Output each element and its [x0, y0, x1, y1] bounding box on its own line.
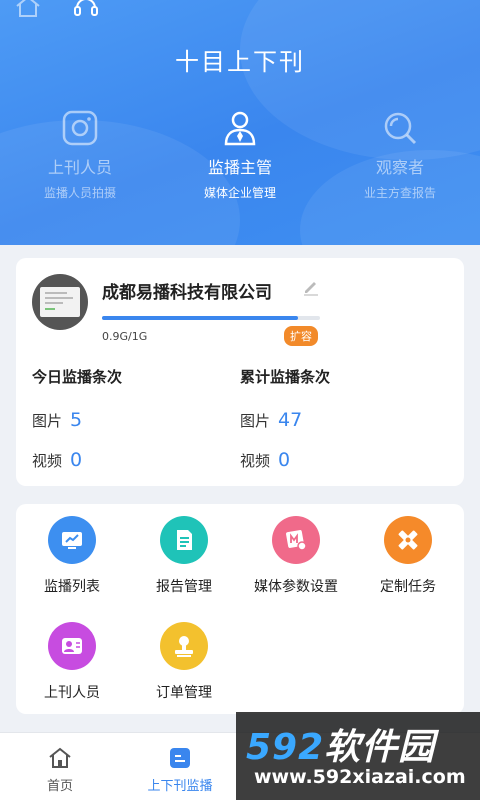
stat-value: 0 — [70, 449, 83, 471]
storage-usage-text: 0.9G/1G — [102, 330, 148, 343]
stat-value: 5 — [70, 409, 83, 431]
watermark-url: www.592xiazai.com — [254, 766, 466, 788]
camera-icon — [62, 110, 98, 146]
stat-title: 今日监播条次 — [32, 368, 123, 386]
menu-card: 监播列表 报告管理 媒体参数设置 定制任务 上刊人员 订单管理 — [16, 504, 464, 714]
tab-monitoring[interactable]: 上下刊监播 — [120, 733, 240, 800]
role-publisher[interactable]: 上刊人员 监播人员拍摄 — [0, 108, 160, 201]
menu-label: 上刊人员 — [44, 685, 100, 701]
expand-storage-button[interactable]: 扩容 — [284, 326, 318, 346]
role-name: 监播主管 — [207, 158, 272, 177]
storage-progress-fill — [102, 316, 299, 320]
role-observer[interactable]: 观察者 业主方查报告 — [320, 108, 480, 201]
account-card: 成都易播科技有限公司 0.9G/1G 扩容 今日监播条次 图片 5 视频 0 累… — [16, 258, 464, 486]
header-banner: 十目上下刊 上刊人员 监播人员拍摄 监播主管 媒体企业管理 观察者 业主方查报告 — [0, 0, 480, 245]
storage-progress-bar — [102, 316, 320, 320]
media-settings-icon — [286, 530, 307, 551]
app-title: 十目上下刊 — [175, 48, 305, 76]
role-description: 业主方查报告 — [363, 186, 436, 200]
monitor-tab-icon — [170, 748, 190, 768]
headset-icon[interactable] — [72, 0, 100, 18]
stat-row-video[interactable]: 视频 0 — [240, 449, 440, 471]
stat-label: 视频 — [32, 452, 63, 470]
stat-value: 47 — [278, 409, 303, 431]
tab-home[interactable]: 首页 — [0, 733, 120, 800]
user-tie-icon — [224, 111, 256, 146]
stat-row-video[interactable]: 视频 0 — [32, 449, 232, 471]
company-name: 成都易播科技有限公司 — [102, 283, 272, 303]
watermark-overlay: 592软件园 www.592xiazai.com — [236, 712, 480, 800]
menu-icon-bg — [272, 516, 320, 564]
stat-label: 图片 — [32, 412, 63, 430]
stat-row-image[interactable]: 图片 47 — [240, 409, 440, 431]
menu-report-management[interactable]: 报告管理 — [128, 516, 240, 622]
menu-icon-bg — [160, 516, 208, 564]
stat-row-image[interactable]: 图片 5 — [32, 409, 232, 431]
edit-icon[interactable] — [302, 278, 320, 296]
stat-title: 累计监播条次 — [240, 368, 331, 386]
menu-publisher-staff[interactable]: 上刊人员 — [16, 622, 128, 728]
menu-icon-bg — [48, 622, 96, 670]
menu-icon-bg — [384, 516, 432, 564]
report-doc-icon — [177, 530, 192, 550]
menu-label: 报告管理 — [156, 579, 212, 595]
role-supervisor[interactable]: 监播主管 媒体企业管理 — [160, 108, 320, 201]
order-stamp-icon — [175, 636, 193, 657]
role-description: 监播人员拍摄 — [43, 186, 116, 200]
menu-label: 订单管理 — [156, 685, 212, 701]
tab-label: 上下刊监播 — [147, 779, 213, 794]
role-description: 媒体企业管理 — [203, 186, 276, 200]
home-icon[interactable] — [14, 0, 42, 18]
stat-label: 视频 — [240, 452, 271, 470]
staff-card-icon — [62, 638, 82, 654]
menu-custom-task[interactable]: 定制任务 — [352, 516, 464, 622]
tab-label: 首页 — [46, 779, 73, 794]
search-icon — [384, 112, 417, 145]
menu-media-settings[interactable]: 媒体参数设置 — [240, 516, 352, 622]
menu-icon-bg — [48, 516, 96, 564]
watermark-logo: 592软件园 — [246, 727, 436, 768]
total-stats: 累计监播条次 图片 47 视频 0 — [240, 366, 440, 489]
menu-icon-bg — [160, 622, 208, 670]
monitor-chart-icon — [62, 532, 82, 549]
stat-label: 图片 — [240, 412, 271, 430]
custom-task-icon — [398, 530, 418, 550]
role-switcher: 上刊人员 监播人员拍摄 监播主管 媒体企业管理 观察者 业主方查报告 — [0, 108, 480, 201]
today-stats: 今日监播条次 图片 5 视频 0 — [32, 366, 232, 489]
role-name: 观察者 — [375, 158, 424, 177]
menu-monitor-list[interactable]: 监播列表 — [16, 516, 128, 622]
menu-label: 媒体参数设置 — [254, 579, 338, 595]
menu-label: 定制任务 — [380, 579, 436, 595]
home-icon — [49, 747, 71, 768]
company-avatar[interactable] — [32, 274, 88, 330]
stat-value: 0 — [278, 449, 291, 471]
menu-label: 监播列表 — [44, 579, 100, 595]
menu-order-management[interactable]: 订单管理 — [128, 622, 240, 728]
role-name: 上刊人员 — [47, 158, 112, 177]
